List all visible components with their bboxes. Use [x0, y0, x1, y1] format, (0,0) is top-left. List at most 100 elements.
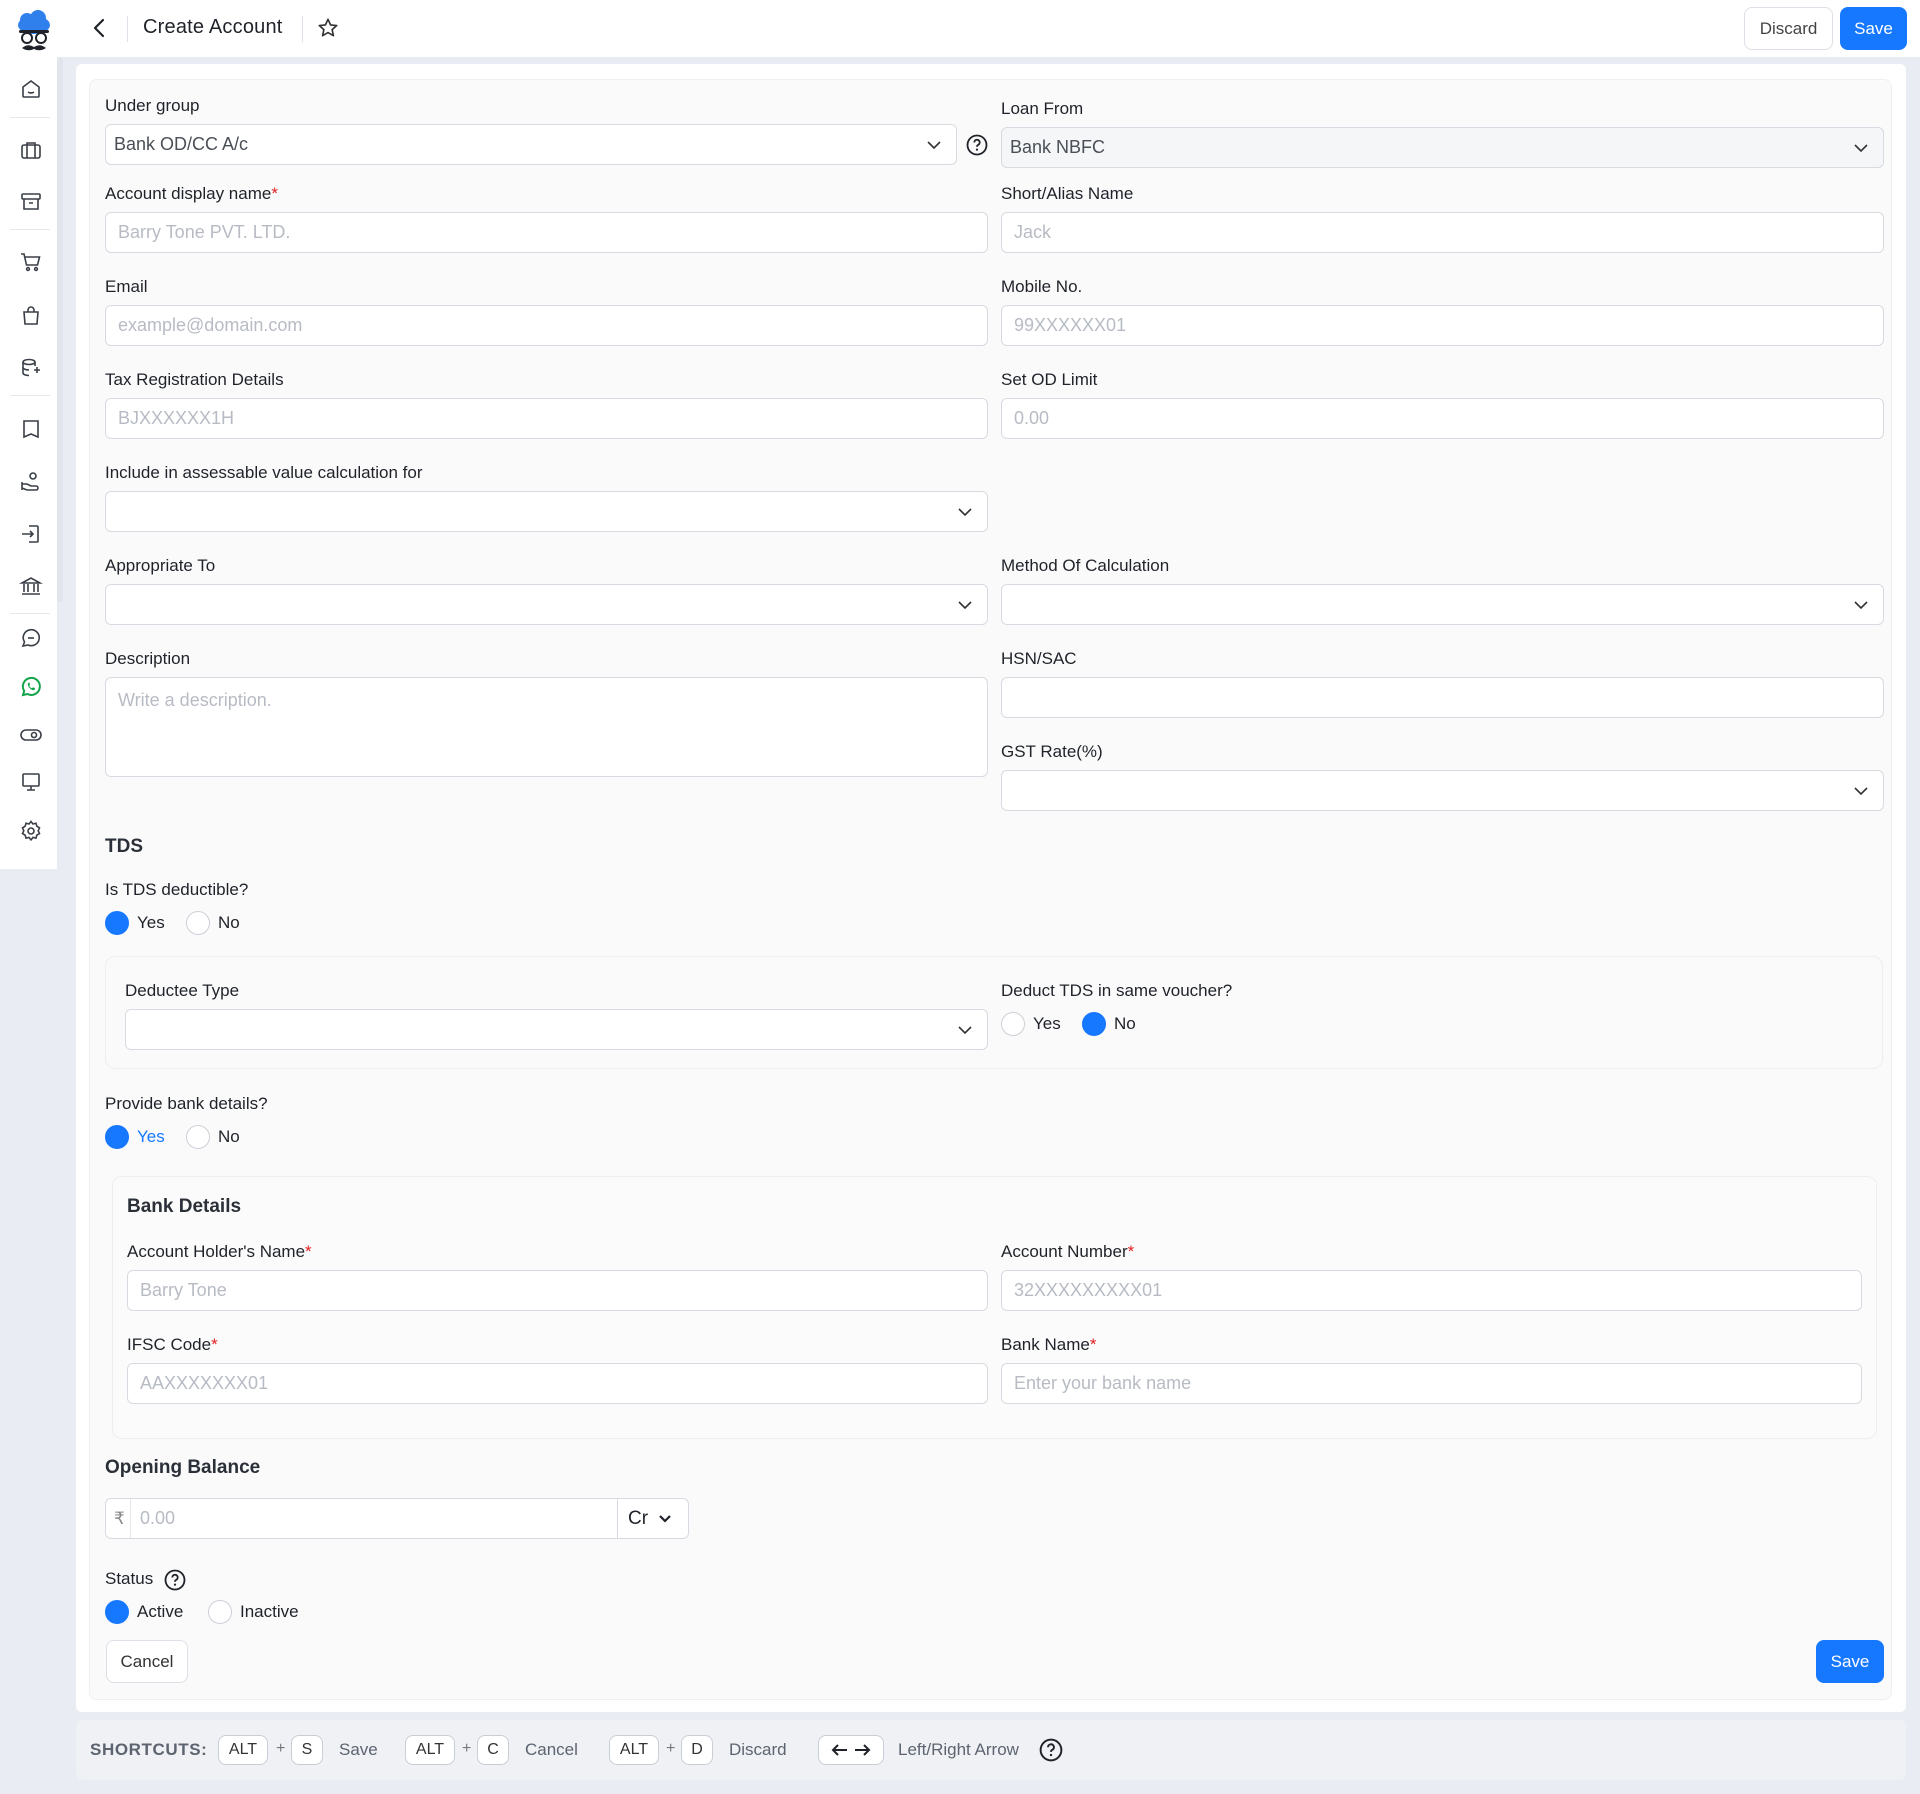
page-title: Create Account	[143, 16, 283, 38]
holder-input[interactable]: Barry Tone	[127, 1270, 988, 1311]
sidebar-item-whatsapp[interactable]	[12, 668, 50, 706]
loan-from-select[interactable]: Bank NBFC	[1001, 127, 1884, 168]
same-voucher-yes-radio[interactable]: Yes	[1001, 1012, 1061, 1036]
account-number-input[interactable]: 32XXXXXXXXX01	[1001, 1270, 1862, 1311]
discard-button[interactable]: Discard	[1744, 7, 1833, 50]
balance-type-select[interactable]: Cr	[618, 1499, 688, 1538]
chevron-down-icon	[659, 1514, 671, 1523]
display-name-input[interactable]: Barry Tone PVT. LTD.	[105, 212, 988, 253]
status-active-radio[interactable]: Active	[105, 1600, 183, 1624]
sidebar-item-login[interactable]	[12, 515, 50, 553]
tds-yes-radio[interactable]: Yes	[105, 911, 165, 935]
save-button-bottom[interactable]: Save	[1816, 1640, 1884, 1683]
tds-no-label: No	[218, 913, 240, 932]
plus-sign: +	[666, 1740, 676, 1757]
sidebar-item-chat[interactable]	[12, 619, 50, 657]
ifsc-label: IFSC Code*	[127, 1335, 218, 1355]
method-select[interactable]	[1001, 584, 1884, 625]
under-group-select[interactable]: Bank OD/CC A/c	[105, 124, 957, 165]
c-key: C	[477, 1735, 509, 1765]
monitor-icon	[22, 773, 40, 791]
sidebar-item-settings[interactable]	[12, 812, 50, 850]
display-name-label-text: Account display name	[105, 184, 272, 203]
sidebar-item-bank[interactable]	[12, 567, 50, 605]
divider	[10, 117, 50, 118]
sidebar-item-briefcase[interactable]	[12, 131, 50, 169]
divider	[10, 229, 50, 230]
shortcut-discard-label: Discard	[729, 1740, 787, 1759]
deductee-label: Deductee Type	[125, 981, 240, 1000]
display-name-label: Account display name*	[105, 184, 278, 204]
mobile-label: Mobile No.	[1001, 277, 1083, 296]
balance-type-value: Cr	[628, 1507, 649, 1529]
chevron-down-icon	[958, 601, 972, 610]
tds-question: Is TDS deductible?	[105, 880, 249, 899]
opening-balance-group: ₹ 0.00 Cr	[105, 1498, 689, 1539]
same-voucher-label: Deduct TDS in same voucher?	[1001, 981, 1233, 1000]
tds-no-radio[interactable]: No	[186, 911, 240, 935]
email-field[interactable]: example@domain.com	[105, 305, 988, 346]
cart-icon	[21, 253, 41, 272]
archive-icon	[21, 193, 41, 210]
status-active-label: Active	[137, 1602, 184, 1621]
favorite-button[interactable]	[314, 14, 342, 42]
radio-dot-selected	[105, 1125, 129, 1149]
sidebar-item-archive[interactable]	[12, 183, 50, 221]
description-label: Description	[105, 649, 191, 668]
help-icon[interactable]	[164, 1569, 186, 1591]
loan-from-label: Loan From	[1001, 99, 1084, 118]
hsn-input[interactable]	[1001, 677, 1884, 718]
app-logo[interactable]	[14, 8, 54, 54]
tax-input[interactable]: BJXXXXXX1H	[105, 398, 988, 439]
sidebar-item-bag[interactable]	[12, 297, 50, 335]
save-button[interactable]: Save	[1840, 7, 1907, 50]
sidebar-item-cart[interactable]	[12, 243, 50, 281]
bank-details-title: Bank Details	[127, 1196, 242, 1217]
radio-dot	[186, 1125, 210, 1149]
assessable-select[interactable]	[105, 491, 988, 532]
bank-no-radio[interactable]: No	[186, 1125, 240, 1149]
radio-dot-selected	[105, 1600, 129, 1624]
toggle-icon	[20, 729, 42, 741]
help-icon[interactable]	[966, 134, 988, 156]
method-label: Method Of Calculation	[1001, 556, 1170, 575]
required-marker: *	[271, 184, 278, 203]
under-group-label: Under group	[105, 96, 200, 115]
od-limit-input[interactable]: 0.00	[1001, 398, 1884, 439]
sidebar-item-payments[interactable]	[12, 463, 50, 501]
sidebar-item-book[interactable]	[12, 410, 50, 448]
cancel-button[interactable]: Cancel	[106, 1640, 188, 1683]
alias-input[interactable]: Jack	[1001, 212, 1884, 253]
chevron-down-icon	[927, 141, 941, 150]
deductee-select[interactable]	[125, 1009, 988, 1050]
back-button[interactable]	[86, 14, 114, 42]
chat-icon	[21, 628, 41, 648]
sidebar-item-monitor[interactable]	[12, 763, 50, 801]
description-textarea[interactable]: Write a description.	[105, 677, 988, 777]
sidebar-item-home[interactable]	[12, 70, 50, 108]
sidebar-item-stack[interactable]	[12, 349, 50, 387]
shortcut-arrows-label: Left/Right Arrow	[898, 1740, 1019, 1759]
bank-name-input[interactable]: Enter your bank name	[1001, 1363, 1862, 1404]
status-inactive-radio[interactable]: Inactive	[208, 1600, 299, 1624]
appropriate-select[interactable]	[105, 584, 988, 625]
help-icon[interactable]	[1039, 1738, 1063, 1762]
plus-sign: +	[462, 1740, 472, 1757]
book-icon	[23, 420, 39, 439]
radio-dot	[1001, 1012, 1025, 1036]
bank-no-label: No	[218, 1127, 240, 1146]
sidebar-item-toggle[interactable]	[12, 716, 50, 754]
opening-balance-input[interactable]: 0.00	[140, 1499, 616, 1538]
hand-coins-icon	[21, 472, 39, 491]
shopping-bag-icon	[23, 306, 39, 325]
sidebar-scrollbar[interactable]	[57, 57, 63, 602]
radio-dot	[208, 1600, 232, 1624]
ifsc-input[interactable]: AAXXXXXXX01	[127, 1363, 988, 1404]
od-limit-label: Set OD Limit	[1001, 370, 1098, 389]
tax-label: Tax Registration Details	[105, 370, 284, 389]
same-voucher-no-radio[interactable]: No	[1082, 1012, 1136, 1036]
whatsapp-icon	[21, 676, 41, 697]
bank-yes-radio[interactable]: Yes	[105, 1125, 165, 1149]
gst-select[interactable]	[1001, 770, 1884, 811]
mobile-field[interactable]: 99XXXXXX01	[1001, 305, 1884, 346]
